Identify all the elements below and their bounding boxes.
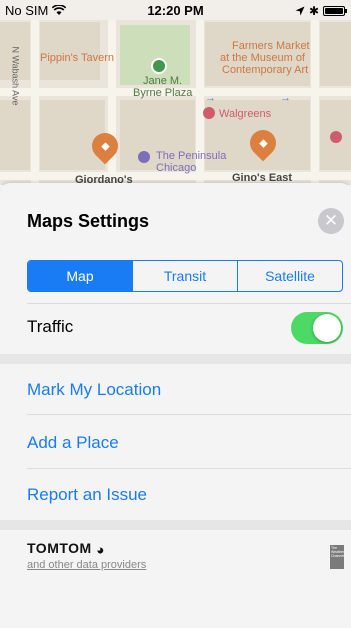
data-providers-link[interactable]: and other data providers — [27, 559, 146, 571]
add-a-place-button[interactable]: Add a Place — [27, 433, 119, 453]
segment-satellite[interactable]: Satellite — [237, 261, 342, 291]
map-label-peninsula-1[interactable]: The Peninsula — [156, 150, 226, 162]
tomtom-globe-icon: ◕ — [96, 541, 106, 558]
map-road — [311, 20, 319, 185]
road-direction-icon: → — [205, 92, 216, 104]
sheet-title: Maps Settings — [27, 211, 150, 231]
map-road — [31, 20, 39, 185]
battery-icon — [323, 6, 347, 16]
segment-map[interactable]: Map — [28, 261, 132, 291]
tomtom-logo: TOMTOM ◕ — [27, 540, 105, 557]
divider — [27, 468, 351, 469]
weather-channel-logo[interactable]: The Weather Channel — [330, 545, 344, 569]
hospital-icon[interactable] — [330, 131, 342, 143]
divider — [27, 414, 351, 415]
road-direction-icon: → — [280, 92, 291, 104]
map-view[interactable]: Pippin's Tavern N Wabash Ave Jane M. Byr… — [0, 0, 351, 185]
map-block — [40, 100, 105, 170]
section-separator — [0, 520, 351, 530]
map-block — [320, 22, 351, 86]
map-label-jane-byrne-2: Byrne Plaza — [133, 87, 193, 99]
segment-transit[interactable]: Transit — [132, 261, 237, 291]
map-label-walgreens[interactable]: Walgreens — [219, 108, 271, 120]
map-label-jane-byrne-1: Jane M. — [143, 75, 183, 87]
park-pin-icon[interactable] — [151, 58, 167, 74]
close-icon: ✕ — [323, 211, 339, 230]
bluetooth-icon: ✱ — [308, 4, 319, 18]
map-block — [40, 22, 100, 80]
hotel-icon[interactable] — [138, 151, 150, 163]
map-road — [108, 20, 116, 185]
walgreens-icon[interactable] — [203, 107, 215, 119]
map-label-farmers-market-2: at the Museum of — [220, 52, 305, 64]
close-button[interactable]: ✕ — [318, 208, 344, 234]
traffic-toggle[interactable] — [291, 312, 343, 344]
status-right: ✱ — [295, 4, 347, 18]
report-an-issue-button[interactable]: Report an Issue — [27, 485, 147, 505]
location-arrow-icon — [295, 6, 305, 16]
map-label-pippins-tavern[interactable]: Pippin's Tavern — [40, 52, 114, 64]
mark-my-location-button[interactable]: Mark My Location — [27, 380, 161, 400]
maps-settings-sheet: Maps Settings ✕ Map Transit Satellite Tr… — [0, 183, 351, 628]
map-label-farmers-market-3: Contemporary Art — [222, 64, 309, 76]
section-separator — [0, 354, 351, 364]
divider — [27, 303, 351, 304]
traffic-label: Traffic — [27, 317, 74, 336]
tomtom-logo-text: TOMTOM — [27, 540, 92, 556]
status-bar: No SIM 12:20 PM ✱ — [0, 0, 351, 20]
map-block — [0, 100, 30, 170]
map-label-farmers-market-1[interactable]: Farmers Market — [232, 40, 310, 52]
map-label-street: N Wabash Ave — [10, 46, 21, 106]
map-mode-segmented-control: Map Transit Satellite — [27, 260, 343, 292]
map-label-peninsula-2: Chicago — [156, 162, 197, 174]
